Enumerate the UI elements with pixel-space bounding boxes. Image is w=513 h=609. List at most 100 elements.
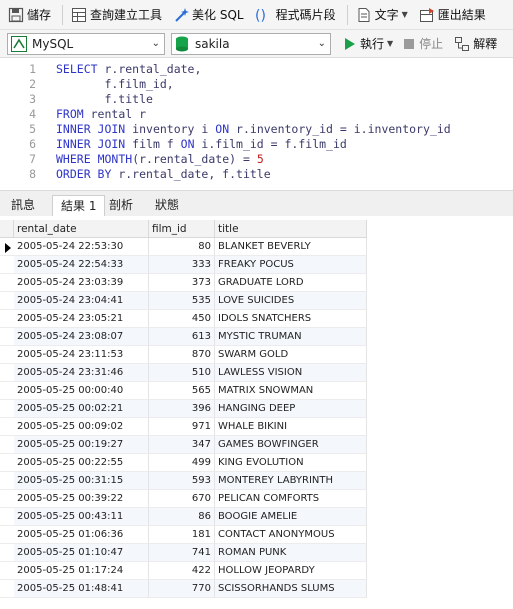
rental-date-cell[interactable]: 2005-05-25 00:09:02 [14, 418, 149, 436]
row-selector[interactable] [0, 490, 14, 508]
row-selector[interactable] [0, 346, 14, 364]
title-cell[interactable]: LAWLESS VISION [215, 364, 367, 382]
column-header-rental-date[interactable]: rental_date [14, 220, 149, 238]
title-cell[interactable]: IDOLS SNATCHERS [215, 310, 367, 328]
film-id-cell[interactable]: 971 [149, 418, 215, 436]
film-id-cell[interactable]: 373 [149, 274, 215, 292]
rental-date-cell[interactable]: 2005-05-25 01:06:36 [14, 526, 149, 544]
row-selector[interactable] [0, 454, 14, 472]
rental-date-cell[interactable]: 2005-05-25 00:43:11 [14, 508, 149, 526]
film-id-cell[interactable]: 535 [149, 292, 215, 310]
rental-date-cell[interactable]: 2005-05-24 22:54:33 [14, 256, 149, 274]
title-cell[interactable]: WHALE BIKINI [215, 418, 367, 436]
table-row[interactable]: 2005-05-25 01:06:36 181 CONTACT ANONYMOUS [0, 526, 513, 544]
title-cell[interactable]: FREAKY POCUS [215, 256, 367, 274]
tab-status[interactable]: 狀態 [147, 195, 187, 217]
rental-date-cell[interactable]: 2005-05-25 00:00:40 [14, 382, 149, 400]
film-id-cell[interactable]: 613 [149, 328, 215, 346]
row-selector[interactable] [0, 526, 14, 544]
table-row[interactable]: 2005-05-24 22:54:33 333 FREAKY POCUS [0, 256, 513, 274]
table-row[interactable]: 2005-05-24 23:04:41 535 LOVE SUICIDES [0, 292, 513, 310]
table-row[interactable]: 2005-05-24 23:03:39 373 GRADUATE LORD [0, 274, 513, 292]
title-cell[interactable]: CONTACT ANONYMOUS [215, 526, 367, 544]
rental-date-cell[interactable]: 2005-05-25 00:02:21 [14, 400, 149, 418]
connection-select[interactable]: MySQL ⌄ [7, 32, 165, 55]
rental-date-cell[interactable]: 2005-05-25 00:31:15 [14, 472, 149, 490]
film-id-cell[interactable]: 450 [149, 310, 215, 328]
export-result-button[interactable]: 匯出結果 [415, 3, 490, 27]
row-selector[interactable] [0, 256, 14, 274]
row-selector[interactable] [0, 436, 14, 454]
tab-result-1[interactable]: 結果 1 [52, 195, 106, 217]
film-id-cell[interactable]: 80 [149, 238, 215, 256]
film-id-cell[interactable]: 593 [149, 472, 215, 490]
table-row[interactable]: 2005-05-25 01:48:41 770 SCISSORHANDS SLUMS [0, 580, 513, 598]
film-id-cell[interactable]: 347 [149, 436, 215, 454]
title-cell[interactable]: SCISSORHANDS SLUMS [215, 580, 367, 598]
title-cell[interactable]: ROMAN PUNK [215, 544, 367, 562]
row-selector[interactable] [0, 364, 14, 382]
row-selector[interactable] [0, 400, 14, 418]
film-id-cell[interactable]: 741 [149, 544, 215, 562]
title-cell[interactable]: HOLLOW JEOPARDY [215, 562, 367, 580]
title-cell[interactable]: HANGING DEEP [215, 400, 367, 418]
row-selector[interactable] [0, 580, 14, 598]
film-id-cell[interactable]: 870 [149, 346, 215, 364]
row-selector[interactable] [0, 274, 14, 292]
table-row[interactable]: 2005-05-24 23:05:21 450 IDOLS SNATCHERS [0, 310, 513, 328]
result-grid[interactable]: rental_date film_id title 2005-05-24 22:… [0, 216, 513, 609]
table-row[interactable]: 2005-05-25 01:17:24 422 HOLLOW JEOPARDY [0, 562, 513, 580]
row-selector[interactable] [0, 382, 14, 400]
title-cell[interactable]: PELICAN COMFORTS [215, 490, 367, 508]
title-cell[interactable]: BOOGIE AMELIE [215, 508, 367, 526]
rental-date-cell[interactable]: 2005-05-25 01:10:47 [14, 544, 149, 562]
table-row[interactable]: 2005-05-25 00:39:22 670 PELICAN COMFORTS [0, 490, 513, 508]
rental-date-cell[interactable]: 2005-05-24 23:11:53 [14, 346, 149, 364]
rental-date-cell[interactable]: 2005-05-24 23:03:39 [14, 274, 149, 292]
film-id-cell[interactable]: 670 [149, 490, 215, 508]
table-row[interactable]: 2005-05-25 00:22:55 499 KING EVOLUTION [0, 454, 513, 472]
table-row[interactable]: 2005-05-24 22:53:30 80 BLANKET BEVERLY [0, 238, 513, 256]
rental-date-cell[interactable]: 2005-05-25 01:48:41 [14, 580, 149, 598]
row-selector[interactable] [0, 418, 14, 436]
row-selector[interactable] [0, 328, 14, 346]
title-cell[interactable]: KING EVOLUTION [215, 454, 367, 472]
table-row[interactable]: 2005-05-25 00:43:11 86 BOOGIE AMELIE [0, 508, 513, 526]
query-builder-button[interactable]: 查詢建立工具 [67, 3, 166, 27]
chevron-down-icon[interactable]: ▼ [402, 10, 408, 19]
code-snippet-button[interactable]: () 程式碼片段 [251, 3, 340, 27]
chevron-down-icon[interactable]: ▼ [387, 39, 393, 48]
table-row[interactable]: 2005-05-24 23:08:07 613 MYSTIC TRUMAN [0, 328, 513, 346]
row-selector[interactable] [0, 472, 14, 490]
save-button[interactable]: 儲存 [4, 3, 55, 27]
title-cell[interactable]: GAMES BOWFINGER [215, 436, 367, 454]
film-id-cell[interactable]: 181 [149, 526, 215, 544]
title-cell[interactable]: LOVE SUICIDES [215, 292, 367, 310]
film-id-cell[interactable]: 770 [149, 580, 215, 598]
title-cell[interactable]: MONTEREY LABYRINTH [215, 472, 367, 490]
film-id-cell[interactable]: 510 [149, 364, 215, 382]
film-id-cell[interactable]: 499 [149, 454, 215, 472]
column-header-title[interactable]: title [215, 220, 367, 238]
table-row[interactable]: 2005-05-25 00:31:15 593 MONTEREY LABYRINTH [0, 472, 513, 490]
rental-date-cell[interactable]: 2005-05-24 22:53:30 [14, 238, 149, 256]
beautify-sql-button[interactable]: 美化 SQL [169, 3, 248, 27]
row-selector[interactable] [0, 544, 14, 562]
film-id-cell[interactable]: 396 [149, 400, 215, 418]
table-row[interactable]: 2005-05-25 00:02:21 396 HANGING DEEP [0, 400, 513, 418]
row-selector[interactable] [0, 562, 14, 580]
rental-date-cell[interactable]: 2005-05-25 00:22:55 [14, 454, 149, 472]
title-cell[interactable]: MATRIX SNOWMAN [215, 382, 367, 400]
rental-date-cell[interactable]: 2005-05-24 23:05:21 [14, 310, 149, 328]
table-row[interactable]: 2005-05-25 00:00:40 565 MATRIX SNOWMAN [0, 382, 513, 400]
database-select[interactable]: sakila ⌄ [171, 32, 331, 55]
title-cell[interactable]: SWARM GOLD [215, 346, 367, 364]
text-button[interactable]: 文字 ▼ [352, 3, 412, 27]
stop-button[interactable]: 停止 [400, 32, 447, 56]
tab-profile[interactable]: 剖析 [101, 195, 141, 217]
rental-date-cell[interactable]: 2005-05-25 01:17:24 [14, 562, 149, 580]
rental-date-cell[interactable]: 2005-05-24 23:31:46 [14, 364, 149, 382]
title-cell[interactable]: BLANKET BEVERLY [215, 238, 367, 256]
row-selector[interactable] [0, 238, 14, 256]
table-row[interactable]: 2005-05-24 23:11:53 870 SWARM GOLD [0, 346, 513, 364]
